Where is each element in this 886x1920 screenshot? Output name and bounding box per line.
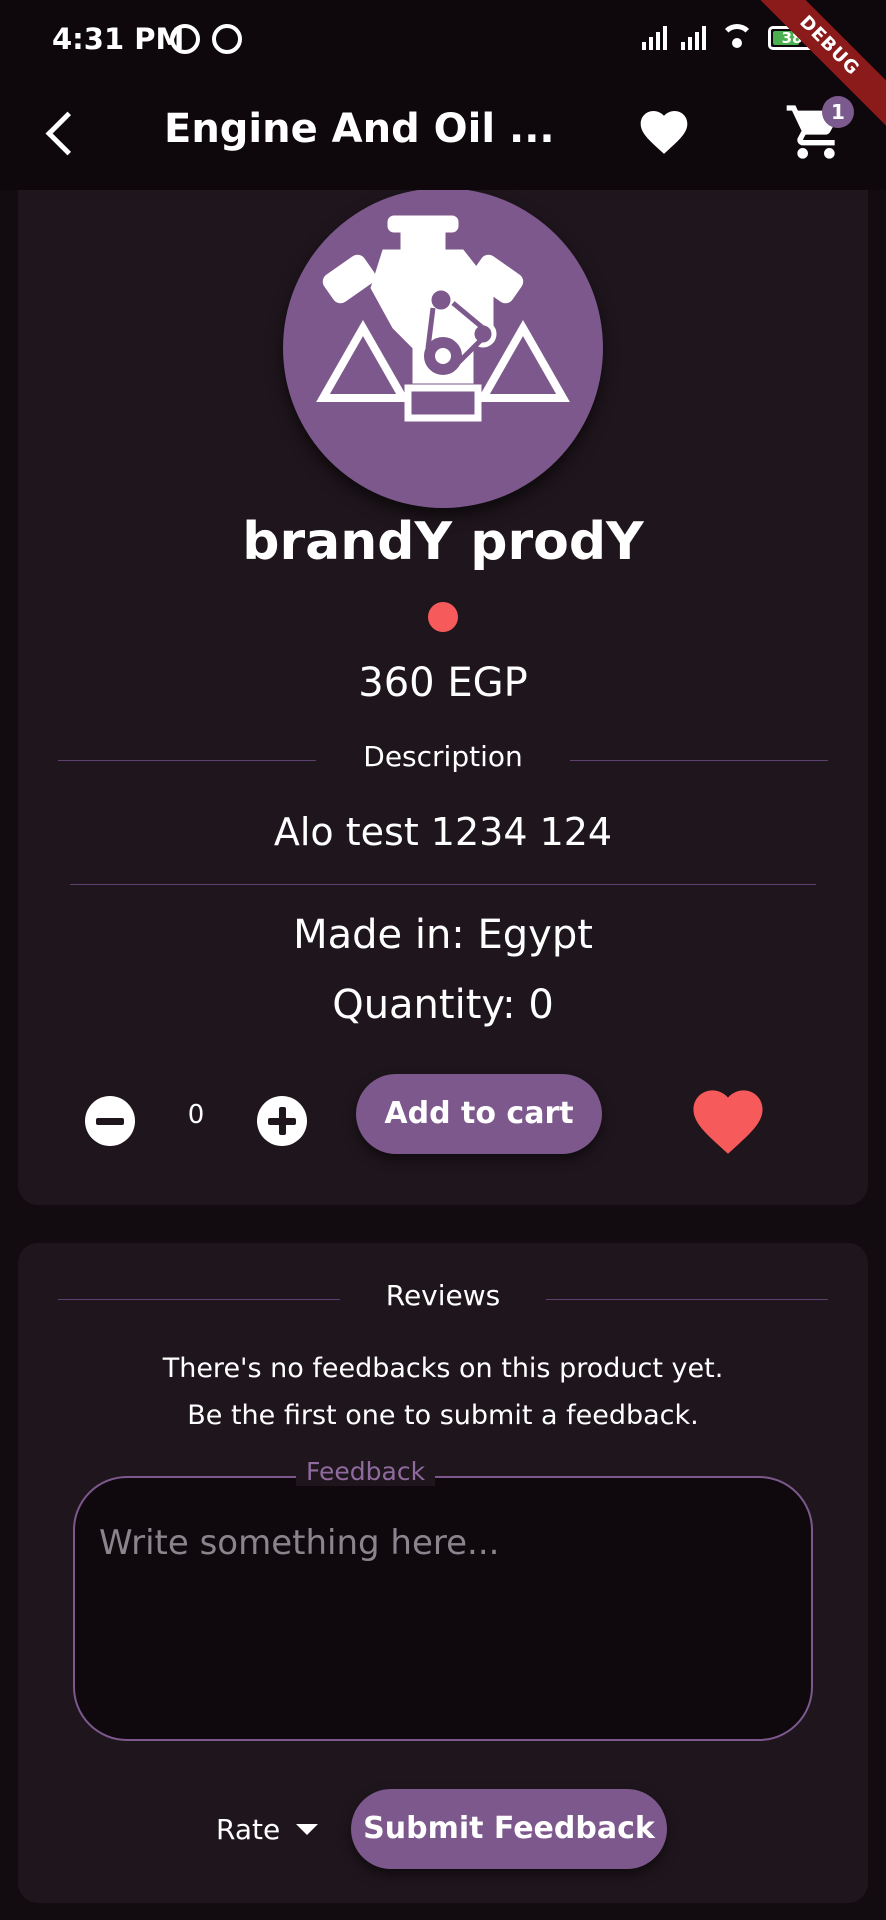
product-price: 360 EGP (358, 660, 528, 706)
product-description: Alo test 1234 124 (273, 810, 613, 854)
app-bar: Engine And Oil ... (0, 80, 886, 190)
increase-quantity-button[interactable] (257, 1096, 307, 1146)
add-to-cart-button[interactable]: Add to cart (356, 1074, 602, 1154)
feedback-placeholder: Write something here... (99, 1523, 500, 1563)
feedback-input[interactable] (73, 1476, 813, 1741)
signal-icon (642, 24, 667, 50)
product-card: brandY prodY 360 EGP Description Alo tes… (18, 150, 868, 1205)
product-image (283, 188, 603, 508)
empty-reviews-line: Be the first one to submit a feedback. (187, 1400, 699, 1431)
reviews-card: Reviews There's no feedbacks on this pro… (18, 1243, 868, 1903)
divider (570, 760, 828, 761)
page-title: Engine And Oil ... (164, 106, 555, 152)
available-quantity: Quantity: 0 (332, 982, 554, 1028)
empty-reviews-message: There's no feedbacks on this product yet… (18, 1345, 868, 1439)
selected-quantity: 0 (187, 1100, 205, 1130)
back-arrow-icon (45, 111, 90, 156)
made-in: Made in: Egypt (293, 912, 593, 958)
minus-icon (96, 1118, 124, 1125)
dropdown-arrow-icon (296, 1823, 319, 1835)
empty-reviews-line: There's no feedbacks on this product yet… (162, 1353, 724, 1384)
cart-count-badge: 1 (822, 96, 854, 128)
back-button[interactable] (30, 104, 90, 164)
divider (70, 884, 816, 885)
reviews-heading: Reviews (385, 1279, 501, 1312)
wifi-icon (720, 24, 754, 50)
decrease-quantity-button[interactable] (85, 1096, 135, 1146)
feedback-field-label: Feedback (296, 1457, 436, 1486)
availability-dot (428, 602, 458, 632)
favorite-heart-icon[interactable] (686, 1080, 770, 1156)
submit-feedback-button[interactable]: Submit Feedback (351, 1789, 667, 1869)
description-heading: Description (363, 740, 523, 773)
favorites-heart-icon[interactable] (636, 104, 692, 160)
rate-dropdown[interactable]: Rate (216, 1806, 319, 1852)
product-name: brandY prodY (242, 512, 644, 572)
divider (546, 1299, 828, 1300)
status-bar: 4:31 PM 38 (0, 0, 886, 80)
notification-icon (170, 24, 200, 54)
rate-label: Rate (216, 1812, 281, 1846)
notification-icon (212, 24, 242, 54)
signal-icon (681, 24, 706, 50)
status-time: 4:31 PM (52, 22, 185, 56)
engine-icon (316, 215, 570, 422)
